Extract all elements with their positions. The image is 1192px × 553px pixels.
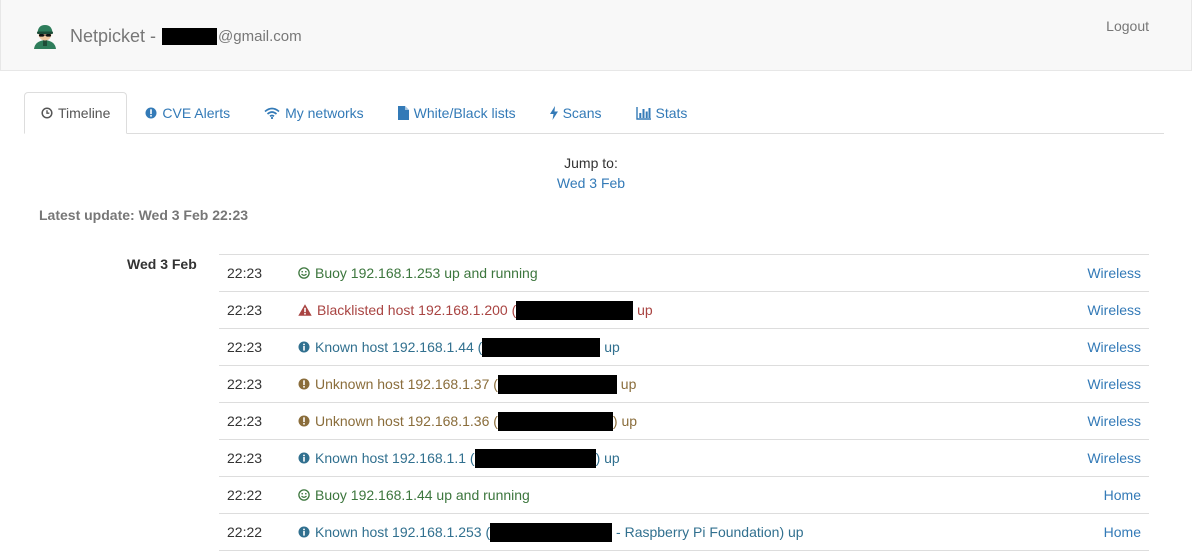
redacted-hostname [516,300,634,320]
clock-icon [41,107,53,119]
tab-label: CVE Alerts [162,105,231,121]
network-link[interactable]: Wireless [1087,376,1141,392]
event-text: Unknown host 192.168.1.37 ( [315,376,498,392]
event-message: Unknown host 192.168.1.37 ( up [298,374,637,394]
event-time: 22:23 [227,265,263,281]
tab-label: Stats [655,105,688,121]
exclamation-icon [298,378,310,390]
event-message: Known host 192.168.1.253 ( - Raspberry P… [298,522,804,542]
redacted-hostname [497,411,613,431]
info-circle-icon [145,107,157,119]
event-text: Known host 192.168.1.253 ( [315,524,491,540]
wifi-icon [264,107,280,119]
info-icon [298,526,310,538]
tab-timeline[interactable]: Timeline [24,92,128,134]
redacted-hostname [490,522,613,542]
redacted-hostname [497,374,617,394]
table-row: 22:23 Buoy 192.168.1.253 up and running Wi… [219,255,1149,292]
table-row: 22:23 Unknown host 192.168.1.36 ( ) up Wire… [219,403,1149,440]
table-row: 22:22 Buoy 192.168.1.44 up and running Hom… [219,477,1149,514]
network-link[interactable]: Wireless [1087,265,1141,281]
jump-to-date-link[interactable]: Wed 3 Feb [0,175,1182,191]
event-text: Known host 192.168.1.44 ( [315,339,483,355]
event-time: 22:23 [227,339,263,355]
info-icon [298,341,310,353]
table-row: 22:23 Known host 192.168.1.1 ( ) up Wireles… [219,440,1149,477]
event-message: Blacklisted host 192.168.1.200 ( up [298,300,653,320]
event-time: 22:23 [227,376,263,392]
table-row: 22:22 Known host 192.168.1.253 ( - Raspbe… [219,514,1149,551]
event-message: Buoy 192.168.1.253 up and running [298,265,538,281]
event-text-suffix: ) up [595,450,620,466]
event-text: Buoy 192.168.1.44 up and running [315,487,530,503]
network-link[interactable]: Wireless [1087,450,1141,466]
timeline-events: 22:23 Buoy 192.168.1.253 up and running Wi… [219,254,1149,551]
tab-white-black-lists[interactable]: White/Black lists [382,93,532,133]
navbar: Netpicket - @gmail.com Logout [0,0,1192,71]
tab-scans[interactable]: Scans [534,93,618,133]
network-link[interactable]: Wireless [1087,413,1141,429]
event-text-suffix: ) up [612,413,638,429]
logout-link[interactable]: Logout [1106,18,1149,34]
event-time: 22:23 [227,450,263,466]
day-label: Wed 3 Feb [127,256,197,272]
tab-my-networks[interactable]: My networks [248,93,380,133]
event-message: Known host 192.168.1.1 ( ) up [298,448,620,468]
network-link[interactable]: Wireless [1087,302,1141,318]
exclamation-icon [298,415,310,427]
bar-chart-icon [635,106,651,120]
redacted-hostname [482,337,601,357]
table-row: 22:23 Known host 192.168.1.44 ( up Wireles… [219,329,1149,366]
event-time: 22:22 [227,524,263,540]
bolt-icon [549,106,558,120]
event-time: 22:23 [227,413,263,429]
network-link[interactable]: Wireless [1087,339,1141,355]
hacker-logo-icon [34,25,56,49]
event-text: Known host 192.168.1.1 ( [315,450,475,466]
tab-label: Scans [562,105,602,121]
latest-update: Latest update: Wed 3 Feb 22:23 [39,207,249,223]
event-message: Known host 192.168.1.44 ( up [298,337,620,357]
event-text: Blacklisted host 192.168.1.200 ( [317,302,517,318]
redacted-hostname [474,448,596,468]
event-text-suffix: up [633,302,653,318]
jump-to-label: Jump to: [564,155,618,171]
table-row: 22:23 Blacklisted host 192.168.1.200 ( up… [219,292,1149,329]
tab-cve-alerts[interactable]: CVE Alerts [129,93,246,133]
brand[interactable]: Netpicket - @gmail.com [31,22,302,50]
smile-icon [298,267,310,279]
brand-name: Netpicket - [70,25,157,46]
event-text-suffix: up [600,339,620,355]
tab-label: My networks [285,105,364,121]
event-text-suffix: - Raspberry Pi Foundation) up [612,524,804,540]
brand-email: @gmail.com [218,27,302,45]
tab-stats[interactable]: Stats [620,93,704,133]
event-time: 22:22 [227,487,263,503]
event-message: Unknown host 192.168.1.36 ( ) up [298,411,638,431]
network-link[interactable]: Home [1104,524,1141,540]
network-link[interactable]: Home [1104,487,1141,503]
event-time: 22:23 [227,302,263,318]
smile-icon [298,489,310,501]
tab-label: Timeline [58,105,111,121]
event-text-suffix: up [616,376,637,392]
event-text: Unknown host 192.168.1.36 ( [315,413,498,429]
table-row: 22:23 Unknown host 192.168.1.37 ( up Wirel… [219,366,1149,403]
event-text: Buoy 192.168.1.253 up and running [315,265,538,281]
tab-label: White/Black lists [413,105,516,121]
event-message: Buoy 192.168.1.44 up and running [298,487,530,503]
file-icon [397,106,409,120]
warning-icon [298,304,312,316]
info-icon [298,452,310,464]
redacted-email-user [162,27,218,45]
main-tabs: Timeline CVE Alerts My networks White/Black… [24,92,1164,134]
